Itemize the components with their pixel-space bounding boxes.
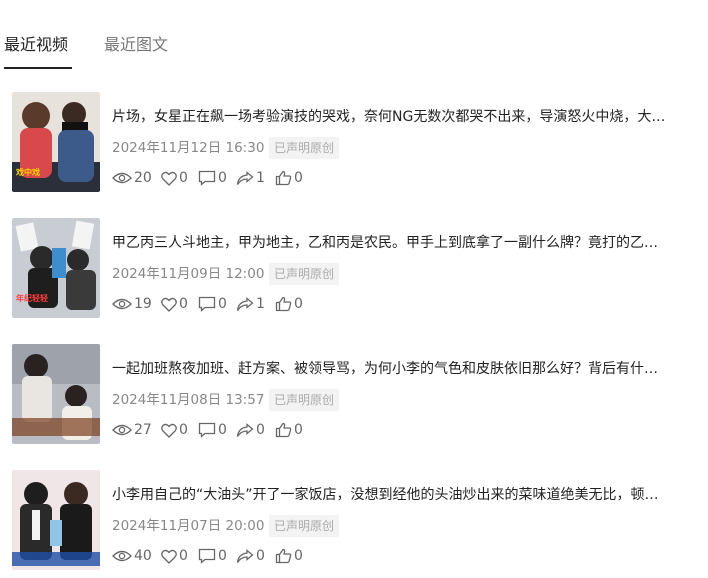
thumbs-up-stat[interactable]: 0 — [275, 419, 303, 441]
shares-count: 1 — [256, 170, 265, 186]
views-stat: 40 — [112, 545, 152, 567]
active-tab-indicator — [4, 67, 72, 69]
share-stat[interactable]: 0 — [236, 545, 265, 567]
comment-icon — [198, 548, 216, 564]
comment-icon — [198, 296, 216, 312]
thumbnail-image — [12, 344, 100, 444]
publish-date: 2024年11月08日 13:57 — [112, 392, 265, 408]
video-thumbnail[interactable]: 年纪轻轻 — [12, 218, 100, 318]
share-icon — [236, 422, 254, 437]
comment-stat[interactable]: 0 — [198, 293, 227, 315]
views-count: 20 — [134, 170, 152, 186]
video-thumbnail[interactable] — [12, 344, 100, 444]
share-stat[interactable]: 1 — [236, 293, 265, 315]
like-stat[interactable]: 0 — [161, 545, 188, 567]
comment-icon — [198, 170, 216, 186]
shares-count: 1 — [256, 296, 265, 312]
thumbs-count: 0 — [294, 422, 303, 438]
likes-count: 0 — [179, 296, 188, 312]
like-stat[interactable]: 0 — [161, 419, 188, 441]
thumbnail-caption: 年纪轻轻 — [16, 294, 48, 303]
comments-count: 0 — [218, 170, 227, 186]
publish-date: 2024年11月07日 20:00 — [112, 518, 265, 534]
views-count: 19 — [134, 296, 152, 312]
original-badge: 已声明原创 — [269, 515, 340, 537]
comment-icon — [198, 422, 216, 438]
video-title[interactable]: 甲乙丙三人斗地主，甲为地主，乙和丙是农民。甲手上到底拿了一副什么牌？竟打的乙丙… — [112, 233, 668, 253]
tab-recent-articles[interactable]: 最近图文 — [104, 34, 168, 56]
thumbnail-image — [12, 470, 100, 570]
comment-stat[interactable]: 0 — [198, 167, 227, 189]
thumbs-up-icon — [275, 548, 292, 564]
video-title[interactable]: 小李用自己的“大油头”开了一家饭店，没想到经他的头油炒出来的菜味道绝美无比，顿时… — [112, 485, 668, 505]
publish-date: 2024年11月09日 12:00 — [112, 266, 265, 282]
share-icon — [236, 548, 254, 563]
views-count: 40 — [134, 548, 152, 564]
thumbs-up-icon — [275, 422, 292, 438]
like-stat[interactable]: 0 — [161, 167, 188, 189]
share-stat[interactable]: 0 — [236, 419, 265, 441]
comment-stat[interactable]: 0 — [198, 419, 227, 441]
comment-stat[interactable]: 0 — [198, 545, 227, 567]
heart-icon — [161, 171, 177, 186]
thumbs-count: 0 — [294, 170, 303, 186]
share-stat[interactable]: 1 — [236, 167, 265, 189]
tab-recent-videos[interactable]: 最近视频 — [4, 34, 68, 56]
views-count: 27 — [134, 422, 152, 438]
heart-icon — [161, 297, 177, 312]
video-thumbnail[interactable]: 戏中戏 — [12, 92, 100, 192]
thumbs-count: 0 — [294, 296, 303, 312]
thumbs-up-stat[interactable]: 0 — [275, 545, 303, 567]
thumbs-up-stat[interactable]: 0 — [275, 293, 303, 315]
eye-icon — [112, 172, 132, 184]
thumbs-up-stat[interactable]: 0 — [275, 167, 303, 189]
thumbs-count: 0 — [294, 548, 303, 564]
list-item: 年纪轻轻 甲乙丙三人斗地主，甲为地主，乙和丙是农民。甲手上到底拿了一副什么牌？竟… — [0, 218, 708, 320]
views-stat: 27 — [112, 419, 152, 441]
views-stat: 19 — [112, 293, 152, 315]
comments-count: 0 — [218, 548, 227, 564]
list-item: 戏中戏 片场，女星正在飙一场考验演技的哭戏，奈何NG无数次都哭不出来，导演怒火中… — [0, 92, 708, 194]
share-icon — [236, 170, 254, 185]
thumbnail-caption: 戏中戏 — [16, 168, 40, 177]
original-badge: 已声明原创 — [269, 137, 340, 159]
eye-icon — [112, 298, 132, 310]
thumbs-up-icon — [275, 296, 292, 312]
shares-count: 0 — [256, 422, 265, 438]
views-stat: 20 — [112, 167, 152, 189]
original-badge: 已声明原创 — [269, 389, 340, 411]
likes-count: 0 — [179, 170, 188, 186]
list-item: 一起加班熬夜加班、赶方案、被领导骂，为何小李的气色和皮肤依旧那么好？背后有什么…… — [0, 344, 708, 446]
video-title[interactable]: 一起加班熬夜加班、赶方案、被领导骂，为何小李的气色和皮肤依旧那么好？背后有什么… — [112, 359, 668, 379]
comments-count: 0 — [218, 296, 227, 312]
heart-icon — [161, 423, 177, 438]
thumbs-up-icon — [275, 170, 292, 186]
comments-count: 0 — [218, 422, 227, 438]
heart-icon — [161, 549, 177, 564]
eye-icon — [112, 550, 132, 562]
video-title[interactable]: 片场，女星正在飙一场考验演技的哭戏，奈何NG无数次都哭不出来，导演怒火中烧，大… — [112, 107, 668, 127]
eye-icon — [112, 424, 132, 436]
tab-bar: 最近视频 最近图文 — [0, 0, 708, 70]
original-badge: 已声明原创 — [269, 263, 340, 285]
list-item: 小李用自己的“大油头”开了一家饭店，没想到经他的头油炒出来的菜味道绝美无比，顿时… — [0, 470, 708, 572]
publish-date: 2024年11月12日 16:30 — [112, 140, 265, 156]
shares-count: 0 — [256, 548, 265, 564]
video-thumbnail[interactable] — [12, 470, 100, 570]
like-stat[interactable]: 0 — [161, 293, 188, 315]
likes-count: 0 — [179, 548, 188, 564]
likes-count: 0 — [179, 422, 188, 438]
share-icon — [236, 296, 254, 311]
